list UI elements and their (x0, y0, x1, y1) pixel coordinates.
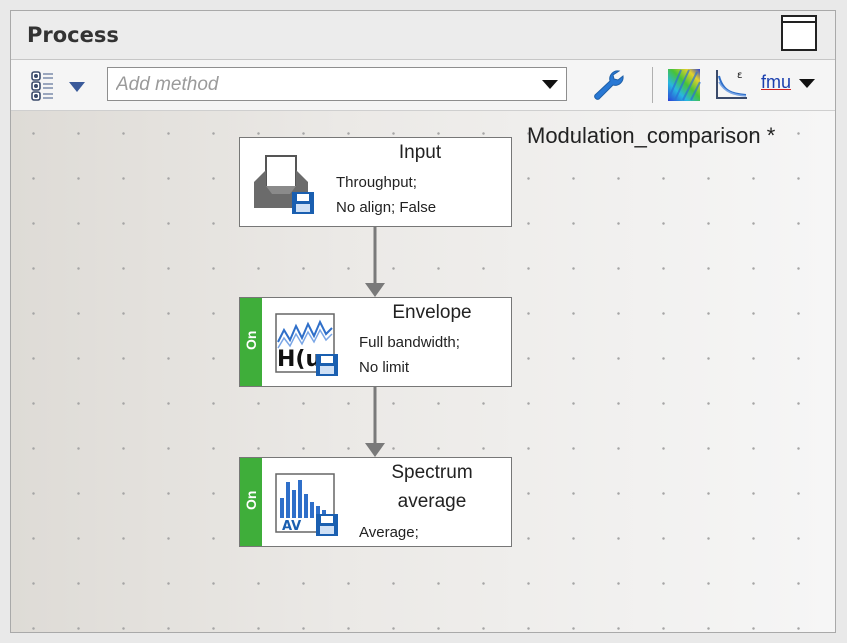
spectrum-icon-text: AV (282, 519, 301, 534)
panel-title: Process (27, 23, 119, 47)
panel-titlebar: Process (11, 11, 835, 60)
colormap-icon[interactable] (667, 68, 701, 102)
add-method-input[interactable] (114, 72, 538, 98)
chevron-down-icon (799, 79, 815, 88)
add-method-combobox[interactable] (107, 67, 567, 101)
connector-input-envelope (365, 227, 385, 297)
node-spectrum-line-1: Average; (359, 524, 419, 541)
inbox-tray-icon (254, 155, 314, 214)
node-envelope-title: Envelope (392, 302, 472, 323)
toolbar: ε fmu (11, 60, 835, 111)
process-canvas[interactable]: Modulation_comparison * Input Throughput… (11, 111, 835, 632)
envelope-icon-text: H(u (277, 347, 321, 372)
node-spectrum-title-line-2: average (397, 491, 467, 512)
node-envelope[interactable]: On H(u Envelope Full bandwidth; No limit (239, 297, 512, 387)
process-panel: Process Add method ε fmu Modulation_comp… (10, 10, 836, 633)
node-envelope-line-1: Full bandwidth; (359, 334, 460, 351)
node-input[interactable]: Input Throughput; No align; False (239, 137, 512, 227)
spectrum-bars-icon: AV (275, 473, 338, 536)
node-spectrum-average[interactable]: On AV Spectrum average Average; (239, 457, 512, 547)
canvas-title: Modulation_comparison * (527, 123, 776, 148)
toolbar-separator (652, 67, 653, 103)
node-envelope-on-toggle[interactable]: On (240, 298, 262, 386)
node-input-title: Input (398, 142, 442, 163)
list-layout-icon[interactable] (29, 70, 87, 102)
maximize-button[interactable] (781, 15, 817, 51)
node-input-line-1: Throughput; (336, 174, 417, 191)
svg-text:ε: ε (737, 70, 742, 81)
chevron-down-icon[interactable] (542, 80, 558, 89)
envelope-waveform-icon: H(u (275, 313, 338, 376)
on-label: On (243, 330, 259, 350)
node-envelope-line-2: No limit (359, 359, 410, 376)
node-input-line-2: No align; False (336, 199, 437, 216)
on-label: On (243, 490, 259, 510)
node-spectrum-title-line-1: Spectrum (391, 462, 473, 483)
fmu-button[interactable]: fmu (761, 72, 821, 100)
wrench-icon[interactable] (589, 67, 629, 103)
node-spectrum-average-on-toggle[interactable]: On (240, 458, 262, 546)
connector-envelope-spectrum (365, 387, 385, 457)
fmu-label: fmu (761, 72, 792, 92)
decay-curve-icon[interactable]: ε (713, 66, 749, 102)
